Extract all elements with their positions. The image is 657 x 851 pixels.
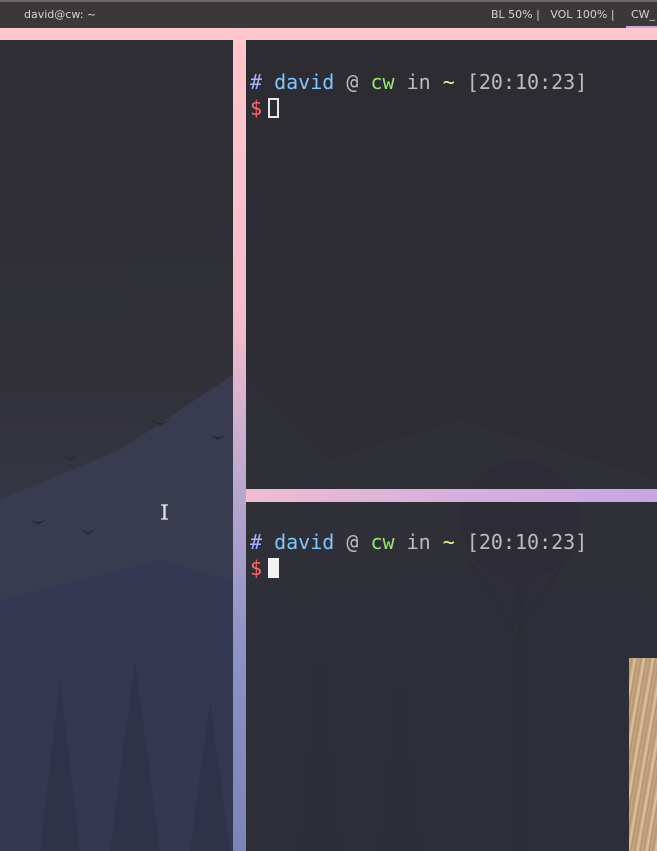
system-status: BL 50% | VOL 100% | <box>491 8 615 21</box>
terminal-window-bottom[interactable]: # david @ cw in ~ [20:10:23] $ <box>246 502 657 851</box>
terminal-window-top[interactable]: # david @ cw in ~ [20:10:23] $ <box>246 42 657 489</box>
text-cursor <box>268 98 280 118</box>
image-window-fragment[interactable] <box>629 658 657 851</box>
prompt-host: cw <box>370 530 395 554</box>
ibeam-cursor-icon <box>161 504 168 520</box>
window-border-vertical[interactable] <box>233 40 246 851</box>
prompt-hash: # <box>250 70 263 94</box>
prompt-path: ~ <box>442 70 455 94</box>
prompt-symbol: $ <box>250 556 263 580</box>
window-title: david@cw: ~ <box>24 8 97 21</box>
prompt-user: david <box>274 530 335 554</box>
prompt-line: # david @ cw in ~ [20:10:23] <box>250 529 587 555</box>
prompt-line: # david @ cw in ~ [20:10:23] <box>250 69 587 95</box>
prompt-host: cw <box>370 70 395 94</box>
prompt-hash: # <box>250 530 263 554</box>
input-line[interactable]: $ <box>250 95 280 121</box>
window-border-top <box>0 28 657 40</box>
top-status-bar: david@cw: ~ BL 50% | VOL 100% | CW_ <box>0 0 657 28</box>
window-border-horizontal[interactable] <box>246 489 657 502</box>
prompt-at: @ <box>346 70 359 94</box>
text-cursor <box>268 558 280 578</box>
input-line[interactable]: $ <box>250 555 280 581</box>
prompt-time: [20:10:23] <box>466 530 588 554</box>
workspace-indicator[interactable]: CW_ <box>626 2 657 28</box>
prompt-time: [20:10:23] <box>466 70 588 94</box>
prompt-in: in <box>406 70 431 94</box>
prompt-at: @ <box>346 530 359 554</box>
left-pane[interactable] <box>0 42 233 851</box>
prompt-user: david <box>274 70 335 94</box>
prompt-symbol: $ <box>250 96 263 120</box>
workspace-label: CW_ <box>631 8 656 21</box>
prompt-path: ~ <box>442 530 455 554</box>
prompt-in: in <box>406 530 431 554</box>
